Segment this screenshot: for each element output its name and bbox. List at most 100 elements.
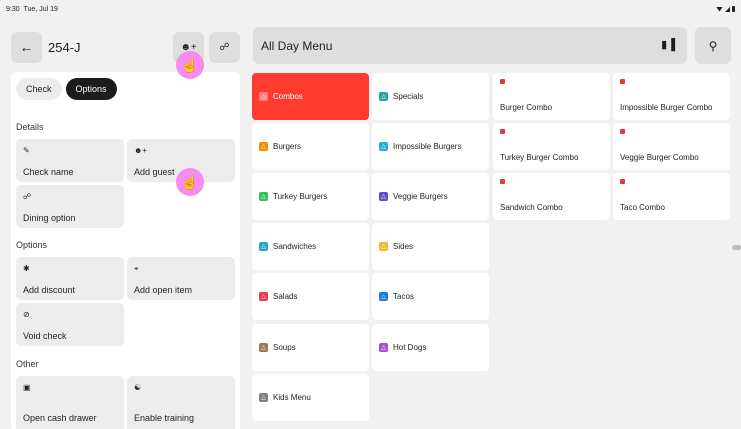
category-label: Hot Dogs xyxy=(393,343,427,352)
category-specials[interactable]: △ Specials xyxy=(372,73,489,120)
item-label: Turkey Burger Combo xyxy=(500,153,579,162)
tile-label: Open cash drawer xyxy=(23,413,97,423)
void-icon: ⊘ xyxy=(23,310,30,319)
category-label: Sandwiches xyxy=(273,242,317,251)
category-label: Kids Menu xyxy=(273,393,311,402)
item-color-dot xyxy=(500,79,505,84)
training-icon: ☯ xyxy=(134,383,142,392)
card-reader-icon[interactable]: ▮▐ xyxy=(661,38,675,51)
item-color-dot xyxy=(500,179,505,184)
item-color-dot xyxy=(620,179,625,184)
arrow-left-icon: ← xyxy=(19,39,34,55)
category-label: Impossible Burgers xyxy=(393,142,462,151)
tile-label: Check name xyxy=(23,167,74,177)
category-sides[interactable]: △ Sides xyxy=(372,223,489,270)
section-title-other: Other xyxy=(16,359,39,369)
tile-label: Enable training xyxy=(134,413,195,423)
menu-item-sandwich-combo[interactable]: Sandwich Combo xyxy=(493,173,610,220)
category-soups[interactable]: △ Soups xyxy=(252,324,369,371)
tile-label: Void check xyxy=(23,331,67,341)
check-name-tile[interactable]: ✎ Check name xyxy=(16,139,124,182)
options-panel: Check Options Details ✎ Check name ☻+ Ad… xyxy=(11,72,240,429)
search-icon: ⚲ xyxy=(708,38,718,53)
category-label: Turkey Burgers xyxy=(273,192,328,201)
category-icon: △ xyxy=(259,92,268,101)
category-icon: △ xyxy=(379,142,388,151)
add-discount-tile[interactable]: ✱ Add discount xyxy=(16,257,124,300)
menu-item-impossible-burger-combo[interactable]: Impossible Burger Combo xyxy=(613,73,730,120)
dining-option-header-button[interactable]: ☍ xyxy=(209,31,240,63)
discount-icon: ✱ xyxy=(23,264,30,273)
dining-icon: ☍ xyxy=(219,41,230,53)
tile-label: Dining option xyxy=(23,213,76,223)
touch-indicator-icon: ☝ xyxy=(176,51,204,79)
status-bar: 9:30 Tue, Jul 19 xyxy=(0,0,741,18)
pencil-icon: ✎ xyxy=(23,146,30,155)
scroll-handle[interactable] xyxy=(732,245,741,250)
category-label: Soups xyxy=(273,343,296,352)
category-sandwiches[interactable]: △ Sandwiches xyxy=(252,223,369,270)
void-check-tile[interactable]: ⊘ Void check xyxy=(16,303,124,346)
touch-indicator-icon: ☝ xyxy=(176,168,204,196)
category-icon: △ xyxy=(259,142,268,151)
check-header: ← 254-J ☻+ ☍ xyxy=(11,29,240,65)
check-panel: ← 254-J ☻+ ☍ Check Options Details ✎ Che… xyxy=(0,18,250,429)
signal-icon xyxy=(725,6,730,12)
status-time-date: 9:30 Tue, Jul 19 xyxy=(6,5,58,13)
category-icon: △ xyxy=(259,343,268,352)
category-burgers[interactable]: △ Burgers xyxy=(252,123,369,170)
category-label: Veggie Burgers xyxy=(393,192,448,201)
category-combos[interactable]: △ Combos xyxy=(252,73,369,120)
section-title-options: Options xyxy=(16,240,48,250)
check-number: 254-J xyxy=(48,39,81,55)
search-button[interactable]: ⚲ xyxy=(695,27,731,64)
cash-drawer-icon: ▣ xyxy=(23,383,31,392)
category-label: Burgers xyxy=(273,142,302,151)
category-veggie-burgers[interactable]: △ Veggie Burgers xyxy=(372,173,489,220)
menu-title: All Day Menu xyxy=(261,38,333,53)
add-guest-icon: ☻+ xyxy=(134,146,148,155)
tab-check[interactable]: Check xyxy=(16,78,62,100)
category-hot-dogs[interactable]: △ Hot Dogs xyxy=(372,324,489,371)
menu-item-taco-combo[interactable]: Taco Combo xyxy=(613,173,730,220)
category-tacos[interactable]: △ Tacos xyxy=(372,273,489,320)
tile-label: Add open item xyxy=(134,285,193,295)
cart-add-icon: ⌖ xyxy=(134,264,139,273)
item-label: Taco Combo xyxy=(620,203,665,212)
category-label: Salads xyxy=(273,292,298,301)
category-kids-menu[interactable]: △ Kids Menu xyxy=(252,374,369,421)
menu-panel: All Day Menu ▮▐ ⚲ △ Combos △ Specials △ Bur… xyxy=(252,18,741,429)
item-color-dot xyxy=(500,129,505,134)
item-label: Impossible Burger Combo xyxy=(620,103,713,112)
category-impossible-burgers[interactable]: △ Impossible Burgers xyxy=(372,123,489,170)
back-button[interactable]: ← xyxy=(11,31,42,63)
menu-selector[interactable]: All Day Menu ▮▐ xyxy=(253,27,687,64)
menu-item-burger-combo[interactable]: Burger Combo xyxy=(493,73,610,120)
section-title-details: Details xyxy=(16,122,44,132)
tab-options[interactable]: Options xyxy=(65,78,117,100)
tile-label: Add discount xyxy=(23,285,76,295)
dining-option-tile[interactable]: ☍ Dining option xyxy=(16,185,124,228)
add-open-item-tile[interactable]: ⌖ Add open item xyxy=(127,257,235,300)
enable-training-tile[interactable]: ☯ Enable training xyxy=(127,376,235,429)
menu-item-veggie-burger-combo[interactable]: Veggie Burger Combo xyxy=(613,123,730,170)
category-icon: △ xyxy=(379,343,388,352)
category-icon: △ xyxy=(379,92,388,101)
category-turkey-burgers[interactable]: △ Turkey Burgers xyxy=(252,173,369,220)
item-color-dot xyxy=(620,129,625,134)
category-label: Tacos xyxy=(393,292,414,301)
category-icon: △ xyxy=(259,192,268,201)
tile-label: Add guest xyxy=(134,167,175,177)
menu-item-turkey-burger-combo[interactable]: Turkey Burger Combo xyxy=(493,123,610,170)
status-icons xyxy=(716,6,735,12)
category-salads[interactable]: △ Salads xyxy=(252,273,369,320)
category-label: Specials xyxy=(393,92,424,101)
item-label: Veggie Burger Combo xyxy=(620,153,699,162)
category-icon: △ xyxy=(379,292,388,301)
item-label: Sandwich Combo xyxy=(500,203,563,212)
wifi-icon xyxy=(716,6,723,12)
open-cash-drawer-tile[interactable]: ▣ Open cash drawer xyxy=(16,376,124,429)
battery-icon xyxy=(732,6,735,12)
category-icon: △ xyxy=(259,393,268,402)
category-icon: △ xyxy=(259,292,268,301)
